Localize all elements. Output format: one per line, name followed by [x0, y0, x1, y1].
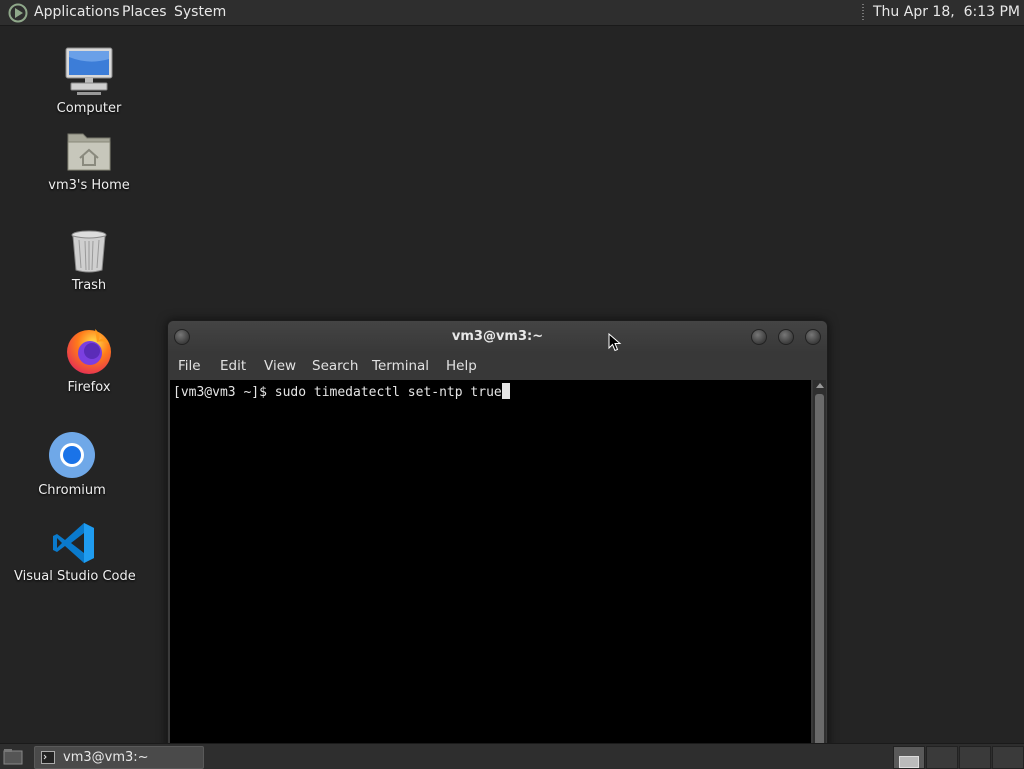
maximize-button[interactable] [778, 329, 794, 345]
desktop-icon-label: Firefox [67, 380, 111, 395]
text-cursor [501, 383, 510, 399]
scrollbar-thumb[interactable] [815, 394, 824, 751]
workspace-1[interactable] [893, 746, 925, 769]
menu-terminal[interactable]: Terminal [372, 353, 429, 380]
system-menu[interactable]: System [174, 0, 226, 25]
places-menu[interactable]: Places [122, 0, 167, 25]
workspace-2[interactable] [926, 746, 958, 769]
menu-search[interactable]: Search [312, 353, 358, 380]
mouse-pointer-icon [608, 333, 622, 352]
window-title: vm3@vm3:~ [451, 329, 544, 344]
desktop-icon-firefox[interactable]: Firefox [29, 326, 149, 395]
terminal-menubar: File Edit View Search Terminal Help [168, 353, 827, 380]
desktop-icon-label: Chromium [38, 483, 106, 498]
trash-icon [71, 230, 107, 273]
show-desktop-icon[interactable] [3, 748, 23, 765]
scroll-up-arrow-icon[interactable] [816, 383, 824, 388]
terminal-output[interactable]: [vm3@vm3 ~]$ sudo timedatectl set-ntp tr… [170, 380, 811, 751]
desktop-icon-vscode[interactable]: Visual Studio Code [14, 521, 136, 584]
menu-help[interactable]: Help [446, 353, 477, 380]
terminal-window[interactable]: vm3@vm3:~ File Edit View Search Terminal… [167, 320, 828, 752]
terminal-titlebar[interactable]: vm3@vm3:~ [168, 321, 827, 353]
top-panel: Applications Places System Thu Apr 18, 6… [0, 0, 1024, 26]
menu-view[interactable]: View [264, 353, 296, 380]
desktop-icon-label: Computer [56, 101, 122, 116]
desktop-icon-label: vm3's Home [48, 178, 130, 193]
chromium-icon [49, 432, 95, 478]
workspace-window-thumb [899, 756, 919, 768]
workspace-4[interactable] [992, 746, 1024, 769]
firefox-icon [67, 329, 111, 374]
workspace-3[interactable] [959, 746, 991, 769]
applications-menu[interactable]: Applications [34, 0, 120, 25]
clock-text: Thu Apr 18, 6:13 PM [873, 4, 1020, 20]
command-text: [vm3@vm3 ~]$ sudo timedatectl set-ntp tr… [173, 385, 502, 400]
desktop-icon-label: Trash [71, 278, 107, 293]
desktop-icon-trash[interactable]: Trash [29, 228, 149, 293]
bottom-panel: vm3@vm3:~ [0, 743, 1024, 769]
menu-file[interactable]: File [178, 353, 201, 380]
clock[interactable]: Thu Apr 18, 6:13 PM [862, 0, 1024, 25]
close-button[interactable] [805, 329, 821, 345]
taskbar-item-terminal[interactable]: vm3@vm3:~ [34, 746, 204, 769]
taskbar-item-label: vm3@vm3:~ [63, 750, 149, 765]
menu-edit[interactable]: Edit [220, 353, 246, 380]
panel-separator [862, 4, 864, 21]
home-folder-icon [67, 133, 111, 171]
desktop-icon-chromium[interactable]: Chromium [12, 431, 132, 498]
computer-icon [65, 47, 113, 95]
terminal-scrollbar[interactable] [813, 380, 826, 751]
terminal-icon [41, 751, 55, 764]
desktop-icon-home[interactable]: vm3's Home [29, 128, 149, 193]
terminal-line: [vm3@vm3 ~]$ sudo timedatectl set-ntp tr… [173, 383, 510, 401]
desktop-icon-label: Visual Studio Code [14, 569, 136, 584]
desktop-icon-computer[interactable]: Computer [29, 45, 149, 116]
minimize-button[interactable] [751, 329, 767, 345]
vscode-icon [53, 523, 94, 563]
distro-logo-icon[interactable] [8, 3, 28, 23]
